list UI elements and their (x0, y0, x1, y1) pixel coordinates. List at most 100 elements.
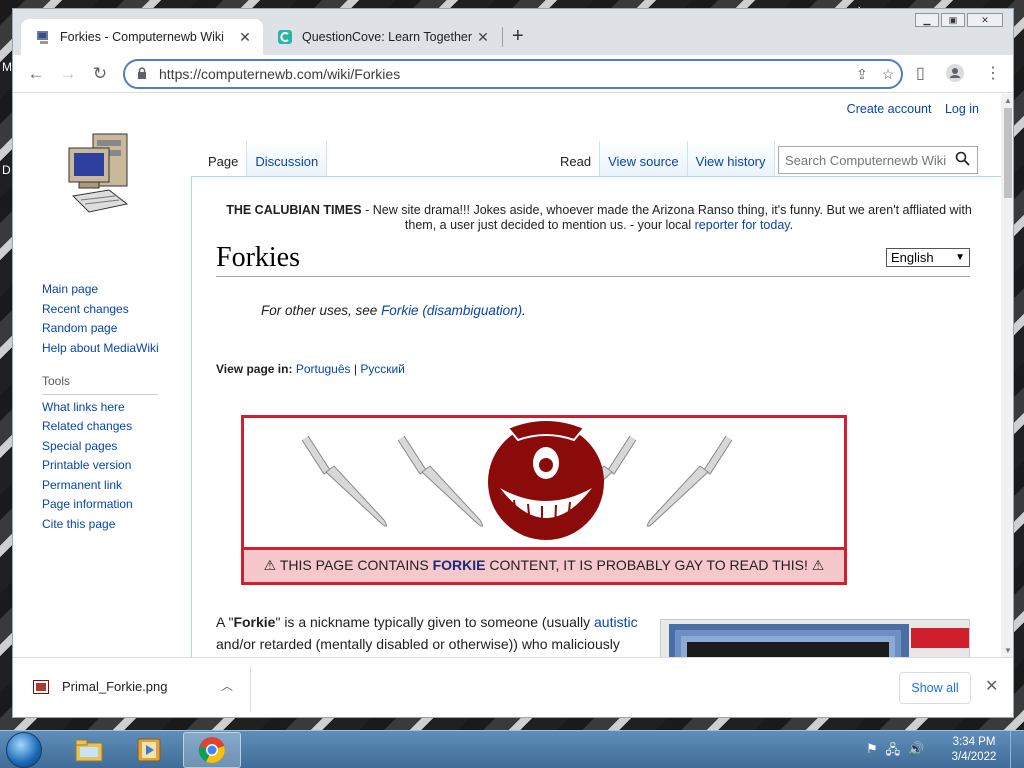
window-controls: ▁ ▣ ✕ (913, 13, 1003, 27)
sidebar: Main page Recent changes Random page Hel… (42, 280, 192, 534)
bookmark-star-icon[interactable]: ☆ (875, 66, 901, 83)
fork-icon (301, 435, 388, 527)
chevron-up-icon[interactable]: ︿ (221, 677, 233, 694)
vertical-scrollbar[interactable]: ▲ ▼ (1001, 94, 1013, 657)
article-paragraph: A "Forkie" is a nickname typically given… (216, 611, 641, 657)
side-panel-icon[interactable]: ▯ (916, 63, 925, 83)
explorer-taskbar-icon[interactable] (60, 732, 118, 768)
autistic-link[interactable]: autistic (594, 614, 638, 630)
lock-icon (137, 66, 149, 82)
variant-russian-link[interactable]: Русский (360, 362, 405, 376)
sidebar-item-recent-changes[interactable]: Recent changes (42, 300, 192, 320)
tab-questioncove[interactable]: QuestionCove: Learn Together ✕ (263, 19, 501, 55)
create-account-link[interactable]: Create account (847, 102, 932, 116)
download-item[interactable]: Primal_Forkie.png (33, 679, 168, 694)
back-arrow-icon[interactable]: ← (25, 63, 47, 85)
taskbar: ⚑ 🖧 🔊 3:34 PM 3/4/2022 (0, 730, 1024, 768)
scroll-down-icon[interactable]: ▼ (1004, 646, 1012, 655)
image-file-icon (33, 679, 49, 694)
start-button[interactable] (6, 732, 42, 768)
desktop-icon-label: D (2, 163, 11, 177)
close-window-icon[interactable]: ✕ (967, 13, 1003, 27)
sidebar-item-random-page[interactable]: Random page (42, 319, 192, 339)
notice-reporter-link[interactable]: reporter for today (695, 218, 790, 232)
tab-label: Forkies - Computernewb Wiki (60, 30, 224, 44)
sidebar-item-help[interactable]: Help about MediaWiki (42, 339, 192, 359)
hatnote-prefix: For other uses, see (261, 303, 382, 318)
scroll-up-icon[interactable]: ▲ (1004, 96, 1012, 105)
variants-label: View page in: (216, 362, 293, 376)
clock[interactable]: 3:34 PM 3/4/2022 (946, 735, 1002, 765)
search-icon[interactable] (955, 151, 970, 170)
close-tab-icon[interactable]: ✕ (237, 29, 253, 46)
log-in-link[interactable]: Log in (945, 102, 979, 116)
download-separator (250, 666, 251, 712)
download-filename: Primal_Forkie.png (62, 679, 168, 694)
notice-text: - New site drama!!! Jokes aside, whoever… (361, 203, 972, 232)
site-logo[interactable] (65, 130, 137, 214)
language-select[interactable]: English ▼ (886, 248, 970, 267)
view-tabs: Read View source View history (552, 141, 775, 176)
sidebar-item-page-information[interactable]: Page information (42, 495, 192, 515)
wiki-favicon-icon (35, 29, 51, 45)
sidebar-item-main-page[interactable]: Main page (42, 280, 192, 300)
scrollbar-thumb[interactable] (1004, 108, 1012, 198)
close-download-bar-icon[interactable]: ✕ (985, 676, 998, 696)
clock-time: 3:34 PM (952, 736, 996, 748)
tab-forkies[interactable]: Forkies - Computernewb Wiki ✕ (21, 19, 263, 55)
tab-page[interactable]: Page (200, 141, 248, 176)
namespace-tabs: Page Discussion (200, 141, 328, 176)
search-input[interactable]: Search Computernewb Wiki (778, 146, 978, 174)
action-center-flag-icon[interactable]: ⚑ (866, 741, 878, 763)
warning-prefix: THIS PAGE CONTAINS (279, 557, 433, 573)
menu-kebab-icon[interactable]: ⋮ (985, 63, 1001, 83)
sidebar-item-cite[interactable]: Cite this page (42, 515, 192, 535)
hatnote: For other uses, see Forkie (disambiguati… (261, 303, 526, 318)
sidebar-item-printable-version[interactable]: Printable version (42, 456, 192, 476)
browser-toolbar: ← → ↻ https://computernewb.com/wiki/Fork… (13, 55, 1013, 93)
tab-view-history[interactable]: View history (687, 141, 775, 176)
search-placeholder: Search Computernewb Wiki (785, 152, 947, 168)
media-player-taskbar-icon[interactable] (120, 732, 178, 768)
show-desktop-button[interactable] (1010, 731, 1024, 768)
url-text[interactable]: https://computernewb.com/wiki/Forkies (159, 66, 849, 82)
notice-headline: THE CALUBIAN TIMES (226, 203, 362, 217)
sidebar-item-special-pages[interactable]: Special pages (42, 437, 192, 457)
network-icon[interactable]: 🖧 (886, 741, 901, 763)
reload-icon[interactable]: ↻ (89, 63, 111, 85)
tab-read[interactable]: Read (552, 141, 601, 176)
article-thumbnail[interactable] (660, 619, 970, 657)
system-tray: ⚑ 🖧 🔊 (866, 741, 924, 763)
forks-and-face-illustration (301, 419, 733, 540)
profile-avatar-icon[interactable] (945, 63, 965, 88)
tab-view-source[interactable]: View source (600, 141, 688, 176)
questioncove-favicon-icon (277, 29, 293, 45)
warning-triangle-icon: ⚠ (811, 557, 825, 573)
fork-icon (397, 435, 484, 527)
sidebar-item-permanent-link[interactable]: Permanent link (42, 476, 192, 496)
tab-label: QuestionCove: Learn Together (302, 30, 473, 44)
address-bar[interactable]: https://computernewb.com/wiki/Forkies ⇪ … (123, 59, 903, 89)
notice-end: . (789, 218, 794, 232)
volume-icon[interactable]: 🔊 (908, 741, 924, 763)
tab-discussion[interactable]: Discussion (247, 141, 328, 176)
maximize-icon[interactable]: ▣ (941, 13, 965, 27)
disambiguation-link[interactable]: Forkie (disambiguation) (381, 303, 522, 318)
fork-icon (646, 435, 733, 527)
para-text: and/or retarded (mentally disabled or ot… (216, 636, 620, 652)
sidebar-item-related-changes[interactable]: Related changes (42, 417, 192, 437)
clock-date: 3/4/2022 (951, 751, 997, 763)
minimize-icon[interactable]: ▁ (915, 13, 939, 27)
chrome-taskbar-icon[interactable] (183, 732, 241, 768)
share-icon[interactable]: ⇪ (849, 66, 875, 83)
page-viewport: Create account Log in Main page Recent c… (13, 94, 1001, 657)
new-tab-button[interactable]: + (512, 25, 524, 48)
close-tab-icon[interactable]: ✕ (475, 29, 491, 46)
tools-heading: Tools (42, 372, 158, 395)
variant-portuguese-link[interactable]: Português (296, 362, 351, 376)
warning-bold: FORKIE (432, 557, 486, 573)
forward-arrow-icon[interactable]: → (57, 63, 79, 85)
show-all-button[interactable]: Show all (899, 672, 971, 704)
site-notice: THE CALUBIAN TIMES - New site drama!!! J… (219, 203, 979, 233)
sidebar-item-what-links-here[interactable]: What links here (42, 398, 192, 418)
